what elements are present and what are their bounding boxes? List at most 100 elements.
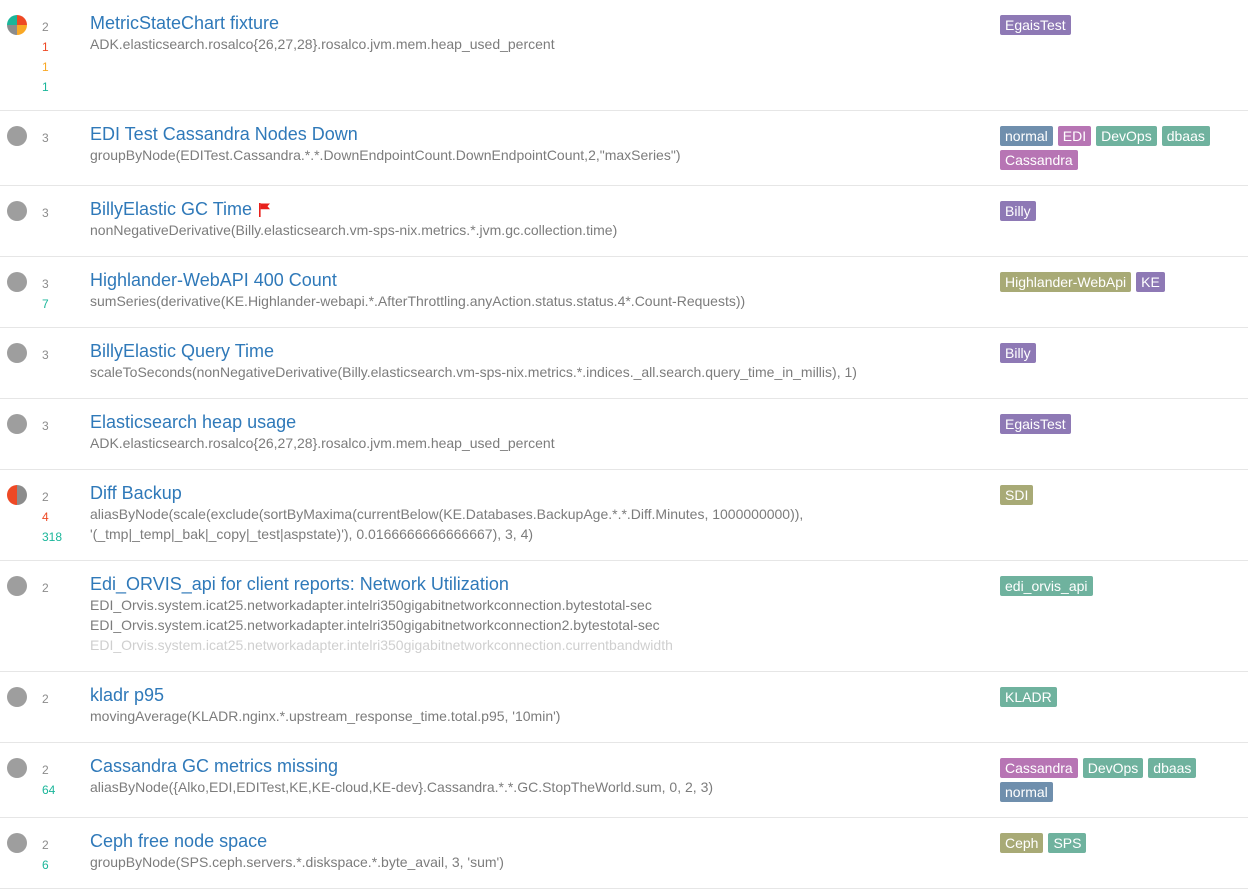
tag[interactable]: Cassandra (1000, 758, 1078, 778)
trigger-title-link[interactable]: EDI Test Cassandra Nodes Down (90, 123, 358, 145)
state-count: 1 (42, 40, 49, 54)
trigger-row: 3 BillyElastic Query Time scaleToSeconds(n… (0, 328, 1248, 399)
tag[interactable]: Billy (1000, 201, 1036, 221)
tag-list: Ceph SPS (1000, 833, 1235, 857)
tag[interactable]: dbaas (1148, 758, 1197, 778)
state-count: 318 (42, 530, 63, 544)
trigger-title-link[interactable]: Highlander-WebAPI 400 Count (90, 269, 337, 291)
tag[interactable]: KE (1136, 272, 1165, 292)
state-count: 4 (42, 510, 49, 524)
tag-list: EgaisTest (1000, 15, 1235, 39)
trigger-title-link[interactable]: Ceph free node space (90, 830, 267, 852)
state-count: 2 (42, 581, 49, 595)
tag[interactable]: KLADR (1000, 687, 1057, 707)
state-counts: 2 (42, 689, 82, 709)
nodata-status-icon[interactable] (7, 414, 27, 434)
tag[interactable]: dbaas (1161, 126, 1210, 146)
trigger-row: 2 6 Ceph free node space groupByNode(SPS.ce… (0, 818, 1248, 889)
trigger-target: EDI_Orvis.system.icat25.networkadapter.i… (90, 617, 660, 633)
tag[interactable]: EDI (1057, 126, 1092, 146)
tag[interactable]: Cassandra (1000, 150, 1078, 170)
trigger-target: ADK.elasticsearch.rosalco{26,27,28}.rosa… (90, 36, 555, 52)
trigger-title-line: BillyElastic Query Time (90, 340, 975, 362)
trigger-row: 2 Edi_ORVIS_api for client reports: Netwo… (0, 561, 1248, 672)
trigger-title-link[interactable]: kladr p95 (90, 684, 164, 706)
nodata-status-icon[interactable] (7, 758, 27, 778)
nodata-status-icon[interactable] (7, 833, 27, 853)
trigger-target: movingAverage(KLADR.nginx.*.upstream_res… (90, 708, 561, 724)
tag[interactable]: EgaisTest (1000, 15, 1071, 35)
trigger-title-line: MetricStateChart fixture (90, 12, 975, 34)
nodata-status-icon[interactable] (7, 272, 27, 292)
nodata-status-icon[interactable] (7, 687, 27, 707)
state-count: 1 (42, 80, 49, 94)
trigger-info: Diff Backup aliasByNode(scale(exclude(sor… (90, 482, 975, 544)
state-count: 1 (42, 60, 49, 74)
trigger-title-link[interactable]: Cassandra GC metrics missing (90, 755, 338, 777)
trigger-title-line: kladr p95 (90, 684, 975, 706)
tag[interactable]: Ceph (1000, 833, 1044, 853)
mixed-status-pie-icon[interactable] (7, 485, 27, 505)
state-counts: 3 (42, 416, 82, 436)
trigger-title-link[interactable]: BillyElastic Query Time (90, 340, 274, 362)
trigger-target: EDI_Orvis.system.icat25.networkadapter.i… (90, 597, 652, 613)
trigger-list: 2 1 1 1 MetricStateChart fixture ADK.elastics… (0, 0, 1248, 889)
state-count: 2 (42, 490, 49, 504)
trigger-target: sumSeries(derivative(KE.Highlander-webap… (90, 293, 746, 309)
trigger-info: MetricStateChart fixture ADK.elasticsearc… (90, 12, 975, 54)
flag-icon (259, 202, 271, 217)
tag[interactable]: Billy (1000, 343, 1036, 363)
state-count: 2 (42, 692, 49, 706)
state-counts: 2 4 318 (42, 487, 82, 547)
trigger-title-link[interactable]: MetricStateChart fixture (90, 12, 279, 34)
trigger-target: groupByNode(EDITest.Cassandra.*.*.DownEn… (90, 147, 681, 163)
trigger-info: kladr p95 movingAverage(KLADR.nginx.*.ups… (90, 684, 975, 726)
trigger-title-link[interactable]: Edi_ORVIS_api for client reports: Networ… (90, 573, 509, 595)
trigger-row: 3 Elasticsearch heap usage ADK.elasticsear… (0, 399, 1248, 470)
tag-list: Billy (1000, 201, 1235, 225)
trigger-row: 2 1 1 1 MetricStateChart fixture ADK.elastics… (0, 0, 1248, 111)
tag[interactable]: normal (1000, 782, 1053, 802)
state-counts: 37 (42, 274, 82, 314)
trigger-target: aliasByNode(scale(exclude(sortByMaxima(c… (90, 506, 804, 542)
tag[interactable]: normal (1000, 126, 1053, 146)
trigger-target: scaleToSeconds(nonNegativeDerivative(Bil… (90, 364, 857, 380)
state-counts: 2 64 (42, 760, 82, 800)
tag-list: Billy (1000, 343, 1235, 367)
tag[interactable]: SPS (1048, 833, 1087, 853)
state-count: 7 (42, 297, 49, 311)
state-count: 6 (42, 858, 49, 872)
state-counts: 2 1 1 1 (42, 17, 82, 97)
tag-list: normal EDI DevOps dbaas Cassandra (1000, 126, 1235, 174)
state-counts: 26 (42, 835, 82, 875)
nodata-status-icon[interactable] (7, 343, 27, 363)
trigger-title-link[interactable]: Diff Backup (90, 482, 182, 504)
trigger-title-link[interactable]: BillyElastic GC Time (90, 198, 252, 220)
mixed-status-pie-icon[interactable] (7, 15, 27, 35)
state-count: 3 (42, 419, 49, 433)
trigger-info: BillyElastic GC Time nonNegativeDerivativ… (90, 198, 975, 240)
nodata-status-icon[interactable] (7, 201, 27, 221)
state-counts: 2 (42, 578, 82, 598)
tag[interactable]: SDI (1000, 485, 1034, 505)
tag-list: SDI (1000, 485, 1235, 509)
tag-list: edi_orvis_api (1000, 576, 1235, 600)
trigger-row: 2 64 Cassandra GC metrics missing aliasByNo… (0, 743, 1248, 818)
trigger-row: 3 7 Highlander-WebAPI 400 Count sumSeries(d… (0, 257, 1248, 328)
trigger-row: 2 4 318 Diff Backup aliasByNode(scale(exclud… (0, 470, 1248, 561)
tag[interactable]: DevOps (1096, 126, 1157, 146)
trigger-info: BillyElastic Query Time scaleToSeconds(no… (90, 340, 975, 382)
trigger-info: EDI Test Cassandra Nodes Down groupByNode… (90, 123, 975, 165)
tag[interactable]: DevOps (1082, 758, 1144, 778)
tag-list: Cassandra DevOps dbaas normal (1000, 758, 1235, 806)
state-count: 3 (42, 277, 49, 291)
tag[interactable]: Highlander-WebApi (1000, 272, 1132, 292)
nodata-status-icon[interactable] (7, 576, 27, 596)
trigger-title-link[interactable]: Elasticsearch heap usage (90, 411, 296, 433)
trigger-title-line: Highlander-WebAPI 400 Count (90, 269, 975, 291)
nodata-status-icon[interactable] (7, 126, 27, 146)
trigger-row: 2 kladr p95 movingAverage(KLADR.nginx.*.up… (0, 672, 1248, 743)
tag-list: KLADR (1000, 687, 1235, 711)
tag[interactable]: EgaisTest (1000, 414, 1071, 434)
tag[interactable]: edi_orvis_api (1000, 576, 1093, 596)
